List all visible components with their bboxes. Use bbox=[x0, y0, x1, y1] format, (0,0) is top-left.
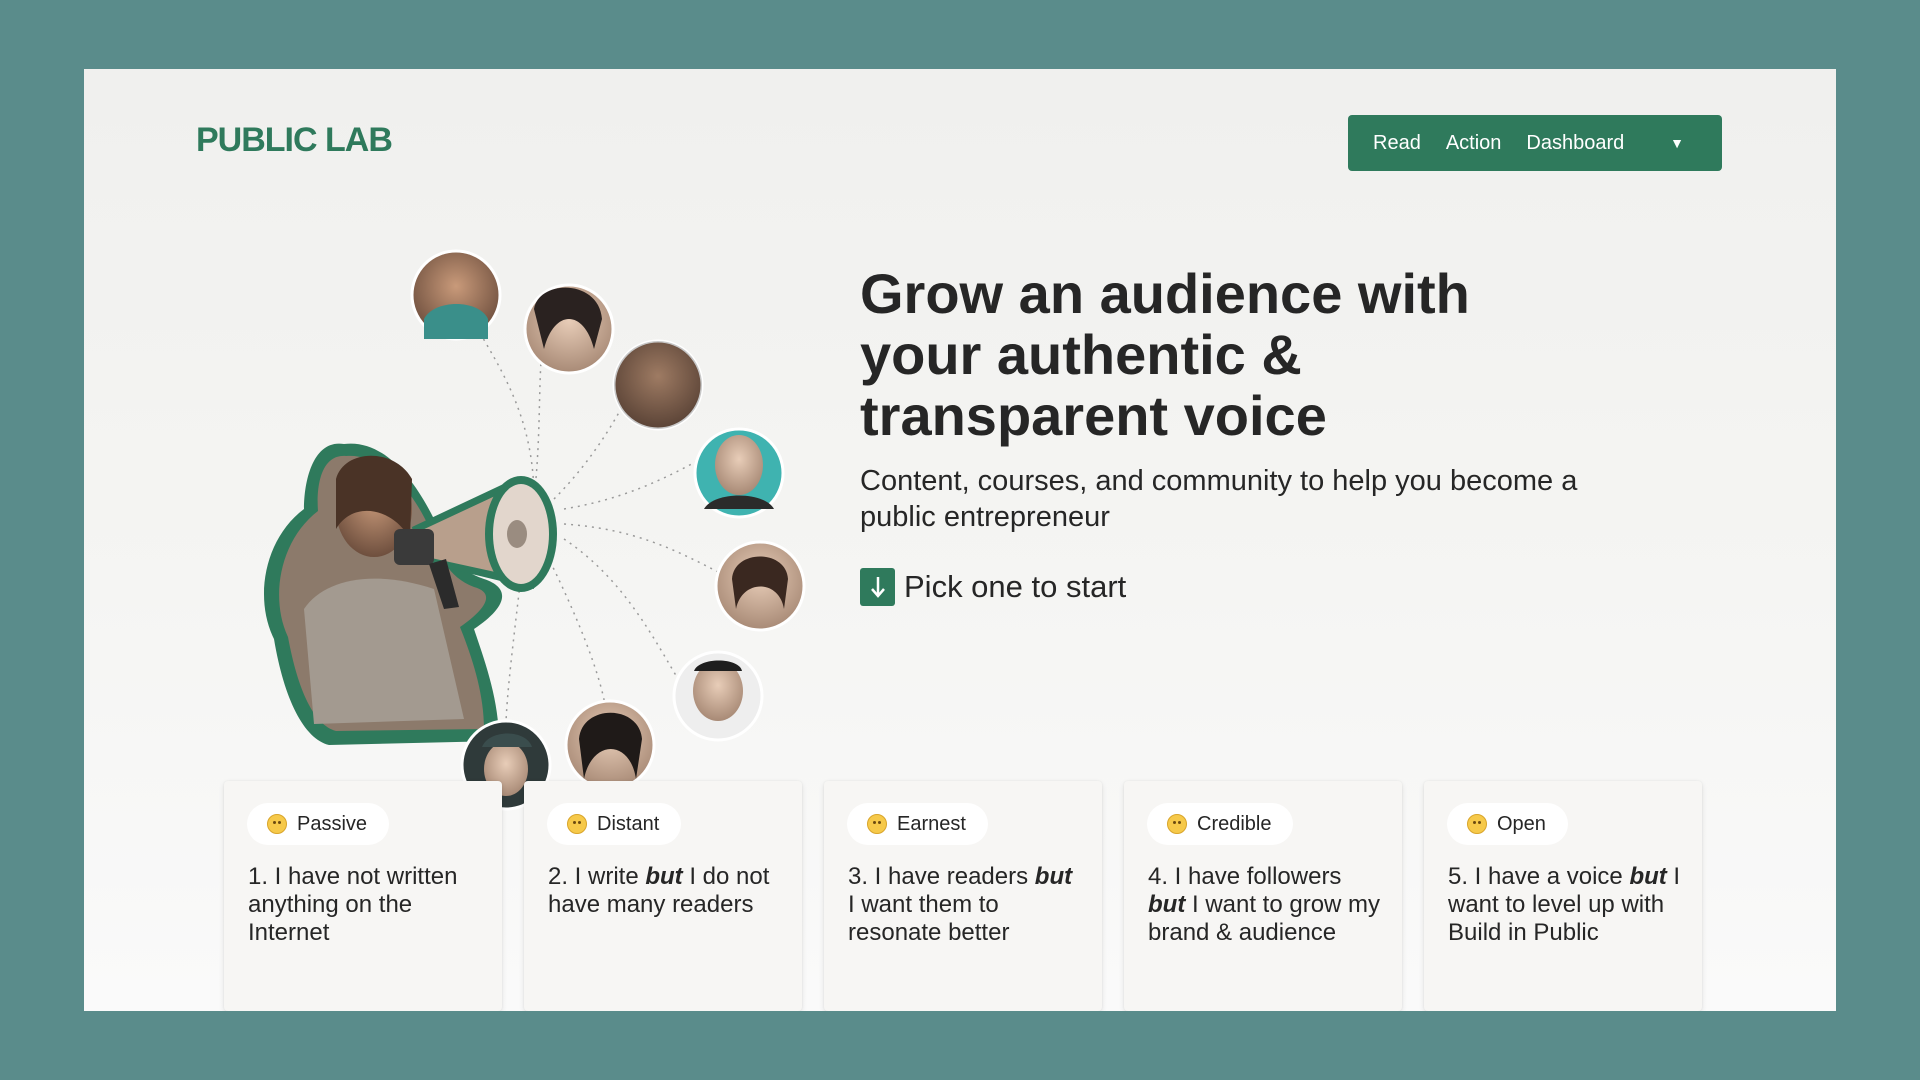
card-text-part: I want them to resonate better bbox=[848, 891, 1010, 946]
status-badge: Earnest bbox=[847, 803, 988, 845]
card-description: 2. I write but I do not have many reader… bbox=[548, 863, 784, 919]
badge-label: Distant bbox=[597, 812, 660, 835]
status-badge: Distant bbox=[547, 803, 682, 845]
avatar bbox=[564, 699, 656, 791]
card-text-part: 1. I have not written anything on the In… bbox=[248, 863, 458, 946]
pick-one-cta[interactable]: Pick one to start bbox=[860, 568, 1126, 606]
card-description: 4. I have followers but I want to grow m… bbox=[1148, 863, 1384, 947]
persona-card-passive[interactable]: Passive 1. I have not written anything o… bbox=[224, 781, 502, 1011]
nav-item-dashboard[interactable]: Dashboard bbox=[1526, 132, 1624, 155]
card-text-part: 3. I have readers bbox=[848, 863, 1035, 890]
card-text-emphasis: but bbox=[1148, 891, 1186, 918]
smiling-face-with-smiling-eyes-icon bbox=[1167, 814, 1187, 834]
card-text-part: 4. I have followers bbox=[1148, 863, 1342, 890]
nav-item-read[interactable]: Read bbox=[1373, 132, 1421, 155]
caret-down-icon[interactable]: ▼ bbox=[1670, 135, 1684, 151]
woman-with-megaphone bbox=[264, 443, 503, 745]
card-text-part: 5. I have a voice bbox=[1448, 863, 1630, 890]
card-description: 5. I have a voice but I want to level up… bbox=[1448, 863, 1684, 947]
avatar bbox=[693, 427, 785, 519]
status-badge: Credible bbox=[1147, 803, 1294, 845]
card-text-emphasis: but bbox=[1629, 863, 1667, 890]
badge-label: Credible bbox=[1197, 812, 1272, 835]
card-description: 3. I have readers but I want them to res… bbox=[848, 863, 1084, 947]
badge-label: Open bbox=[1497, 812, 1546, 835]
card-text-emphasis: but bbox=[645, 863, 683, 890]
top-nav: Read Action Dashboard ▼ bbox=[1348, 115, 1722, 171]
badge-label: Earnest bbox=[897, 812, 966, 835]
hero-title: Grow an audience with your authentic & t… bbox=[860, 262, 1470, 447]
nav-item-action[interactable]: Action bbox=[1446, 132, 1502, 155]
smiling-face-icon bbox=[867, 814, 887, 834]
avatar bbox=[612, 339, 704, 431]
avatar bbox=[672, 650, 764, 742]
arrow-down-icon bbox=[860, 568, 895, 606]
avatar bbox=[410, 249, 502, 341]
persona-card-credible[interactable]: Credible 4. I have followers but I want … bbox=[1124, 781, 1402, 1011]
persona-card-earnest[interactable]: Earnest 3. I have readers but I want the… bbox=[824, 781, 1102, 1011]
persona-card-open[interactable]: Open 5. I have a voice but I want to lev… bbox=[1424, 781, 1702, 1011]
logo[interactable]: PUBLIC LAB bbox=[196, 121, 393, 160]
status-badge: Passive bbox=[247, 803, 390, 845]
hugging-face-icon bbox=[1467, 814, 1487, 834]
persona-cards: Passive 1. I have not written anything o… bbox=[224, 781, 1704, 1011]
card-text-emphasis: but bbox=[1034, 863, 1073, 890]
persona-card-distant[interactable]: Distant 2. I write but I do not have man… bbox=[524, 781, 802, 1011]
badge-label: Passive bbox=[297, 812, 368, 835]
unamused-face-icon bbox=[267, 814, 287, 834]
hero-illustration bbox=[264, 249, 806, 811]
cta-label: Pick one to start bbox=[904, 569, 1127, 604]
avatar bbox=[523, 283, 615, 375]
tired-face-icon bbox=[567, 814, 587, 834]
landing-page: PUBLIC LAB Read Action Dashboard ▼ Grow … bbox=[84, 69, 1836, 1011]
card-text-part: 2. I write bbox=[548, 863, 646, 890]
card-description: 1. I have not written anything on the In… bbox=[248, 863, 484, 947]
hero-subtitle: Content, courses, and community to help … bbox=[860, 465, 1578, 533]
status-badge: Open bbox=[1447, 803, 1568, 845]
avatar bbox=[714, 540, 806, 632]
